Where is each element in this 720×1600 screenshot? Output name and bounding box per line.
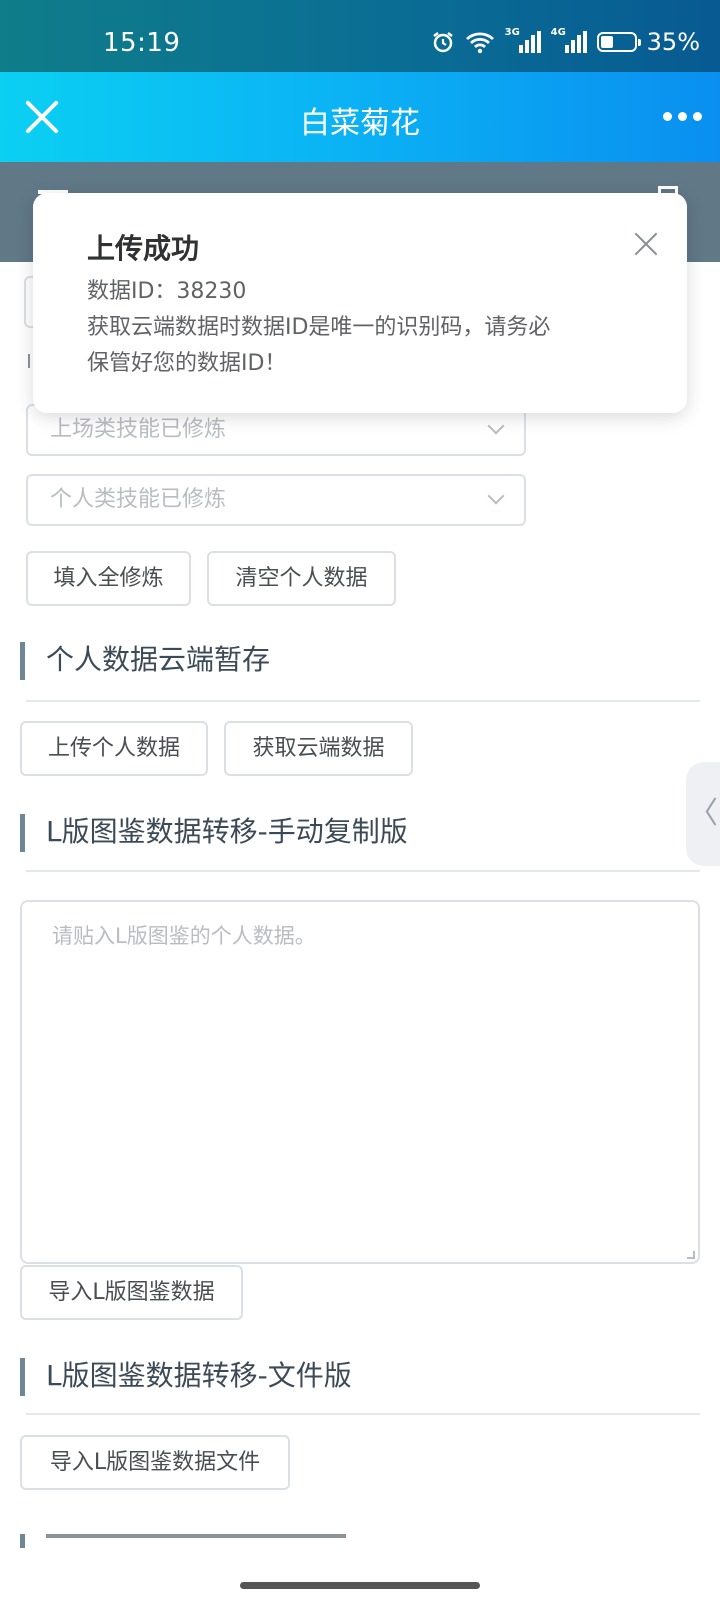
network-label-4g: 4G [550,27,566,38]
signal-4g-icon: 4G [551,27,587,53]
divider [26,870,700,872]
chevron-down-icon [487,417,505,435]
section-bar [20,1358,25,1396]
wifi-icon [465,32,494,54]
signal-3g-icon: 3G [505,27,541,53]
upload-data-button[interactable]: 上传个人数据 [20,721,208,776]
title-bar: 白菜菊花 [0,72,720,162]
battery-percent: 35% [646,28,700,56]
status-bar: 15:19 3G 4G 35% [0,0,720,72]
section-bar [20,814,25,852]
resize-handle[interactable] [687,1251,695,1259]
toast-title: 上传成功 [87,232,200,265]
select-placeholder: 上场类技能已修炼 [50,417,227,442]
page-title: 白菜菊花 [300,106,420,141]
section-title-cutoff [46,1528,366,1538]
network-label-3g: 3G [504,27,520,38]
section-title-file: L版图鉴数据转移-文件版 [20,1356,352,1396]
select-placeholder: 个人类技能已修炼 [50,487,227,512]
toast-message: 获取云端数据时数据ID是唯一的识别码，请务必 [87,315,551,340]
alarm-icon [432,32,453,53]
main-content: 上场类技能已修炼 个人类技能已修炼 填入全修炼 清空个人数据 个人数据云端暂存 … [0,262,720,1600]
home-indicator[interactable] [240,1582,480,1589]
import-file-button[interactable]: 导入L版图鉴数据文件 [20,1435,290,1490]
section-title-manual: L版图鉴数据转移-手动复制版 [20,812,408,852]
section-title-text: 个人数据云端暂存 [46,643,271,676]
status-time: 15:19 [103,28,181,58]
import-data-button[interactable]: 导入L版图鉴数据 [20,1265,243,1320]
fetch-cloud-data-button[interactable]: 获取云端数据 [224,721,413,776]
section-bar-cutoff [20,1534,25,1548]
status-icons: 3G 4G 35% [431,27,700,57]
data-textarea[interactable]: 请贴入L版图鉴的个人数据。 [20,900,700,1264]
section-bar [20,642,25,680]
side-drawer-tab[interactable]: 〈 [686,762,720,866]
toast-data-id: 数据ID：38230 [87,279,247,304]
section-title-text: L版图鉴数据转移-手动复制版 [46,815,408,848]
section-title-text: L版图鉴数据转移-文件版 [46,1359,352,1392]
upload-success-toast: 上传成功 数据ID：38230 获取云端数据时数据ID是唯一的识别码，请务必 保… [33,193,687,413]
chevron-down-icon [487,487,505,505]
battery-icon [596,32,641,52]
section-title-cloud: 个人数据云端暂存 [20,640,270,680]
fill-all-button[interactable]: 填入全修炼 [26,551,191,606]
toast-message: 保管好您的数据ID！ [87,351,287,376]
textarea-placeholder: 请贴入L版图鉴的个人数据。 [52,924,316,948]
clear-data-button[interactable]: 清空个人数据 [207,551,396,606]
more-icon[interactable] [663,112,702,121]
close-icon[interactable] [633,231,659,257]
divider [26,1413,700,1415]
battery-fill [600,36,614,48]
select-field-skills-personal[interactable]: 个人类技能已修炼 [26,474,526,526]
divider [26,700,700,702]
